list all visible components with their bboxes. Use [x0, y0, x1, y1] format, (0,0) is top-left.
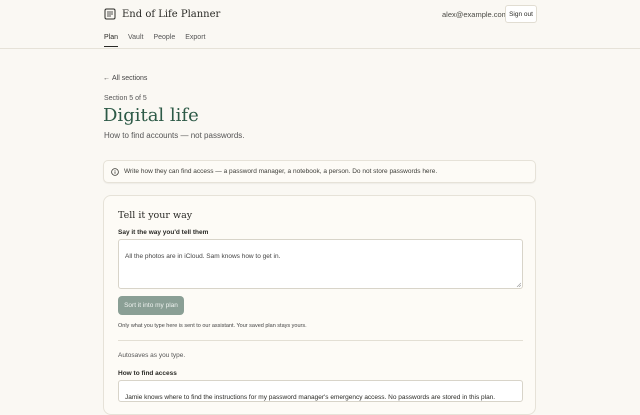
back-link[interactable]: ← All sections	[103, 75, 147, 82]
tab-export[interactable]: Export	[185, 34, 205, 47]
tell-it-card: Tell it your way Say it the way you'd te…	[103, 195, 536, 415]
info-icon	[111, 167, 119, 176]
say-it-value: All the photos are in iCloud. Sam knows …	[125, 253, 281, 260]
divider	[118, 340, 523, 341]
info-notice: Write how they can find access — a passw…	[103, 160, 536, 183]
planner-book-icon	[104, 8, 116, 20]
top-bar: End of Life Planner alex@example.com Sig…	[0, 0, 640, 49]
sign-out-button[interactable]: Sign out	[505, 5, 537, 23]
main-nav: Plan Vault People Export	[104, 34, 205, 47]
say-it-textarea[interactable]: All the photos are in iCloud. Sam knows …	[118, 239, 523, 289]
how-to-find-access-label: How to find access	[118, 370, 177, 377]
arrow-left-icon: ←	[103, 75, 110, 82]
brand[interactable]: End of Life Planner	[104, 8, 220, 20]
section-count: Section 5 of 5	[104, 95, 147, 102]
user-email: alex@example.com	[442, 10, 508, 19]
page-title: Digital life	[103, 105, 199, 126]
notice-text: Write how they can find access — a passw…	[124, 168, 438, 175]
how-to-find-access-input[interactable]: Jamie knows where to find the instructio…	[118, 380, 523, 402]
autosave-status: Autosaves as you type.	[118, 352, 186, 359]
sort-into-plan-button[interactable]: Sort it into my plan	[118, 296, 184, 315]
tab-plan[interactable]: Plan	[104, 34, 119, 47]
tab-people[interactable]: People	[153, 34, 175, 47]
page-subtitle: How to find accounts — not passwords.	[104, 131, 245, 140]
assistant-privacy-note: Only what you type here is sent to our a…	[118, 323, 307, 329]
card-title: Tell it your way	[118, 210, 193, 221]
back-link-label: All sections	[112, 75, 148, 82]
tab-vault[interactable]: Vault	[128, 34, 143, 47]
say-it-label: Say it the way you'd tell them	[118, 229, 209, 236]
resize-grip-icon[interactable]	[516, 282, 521, 287]
app-title: End of Life Planner	[122, 8, 221, 20]
